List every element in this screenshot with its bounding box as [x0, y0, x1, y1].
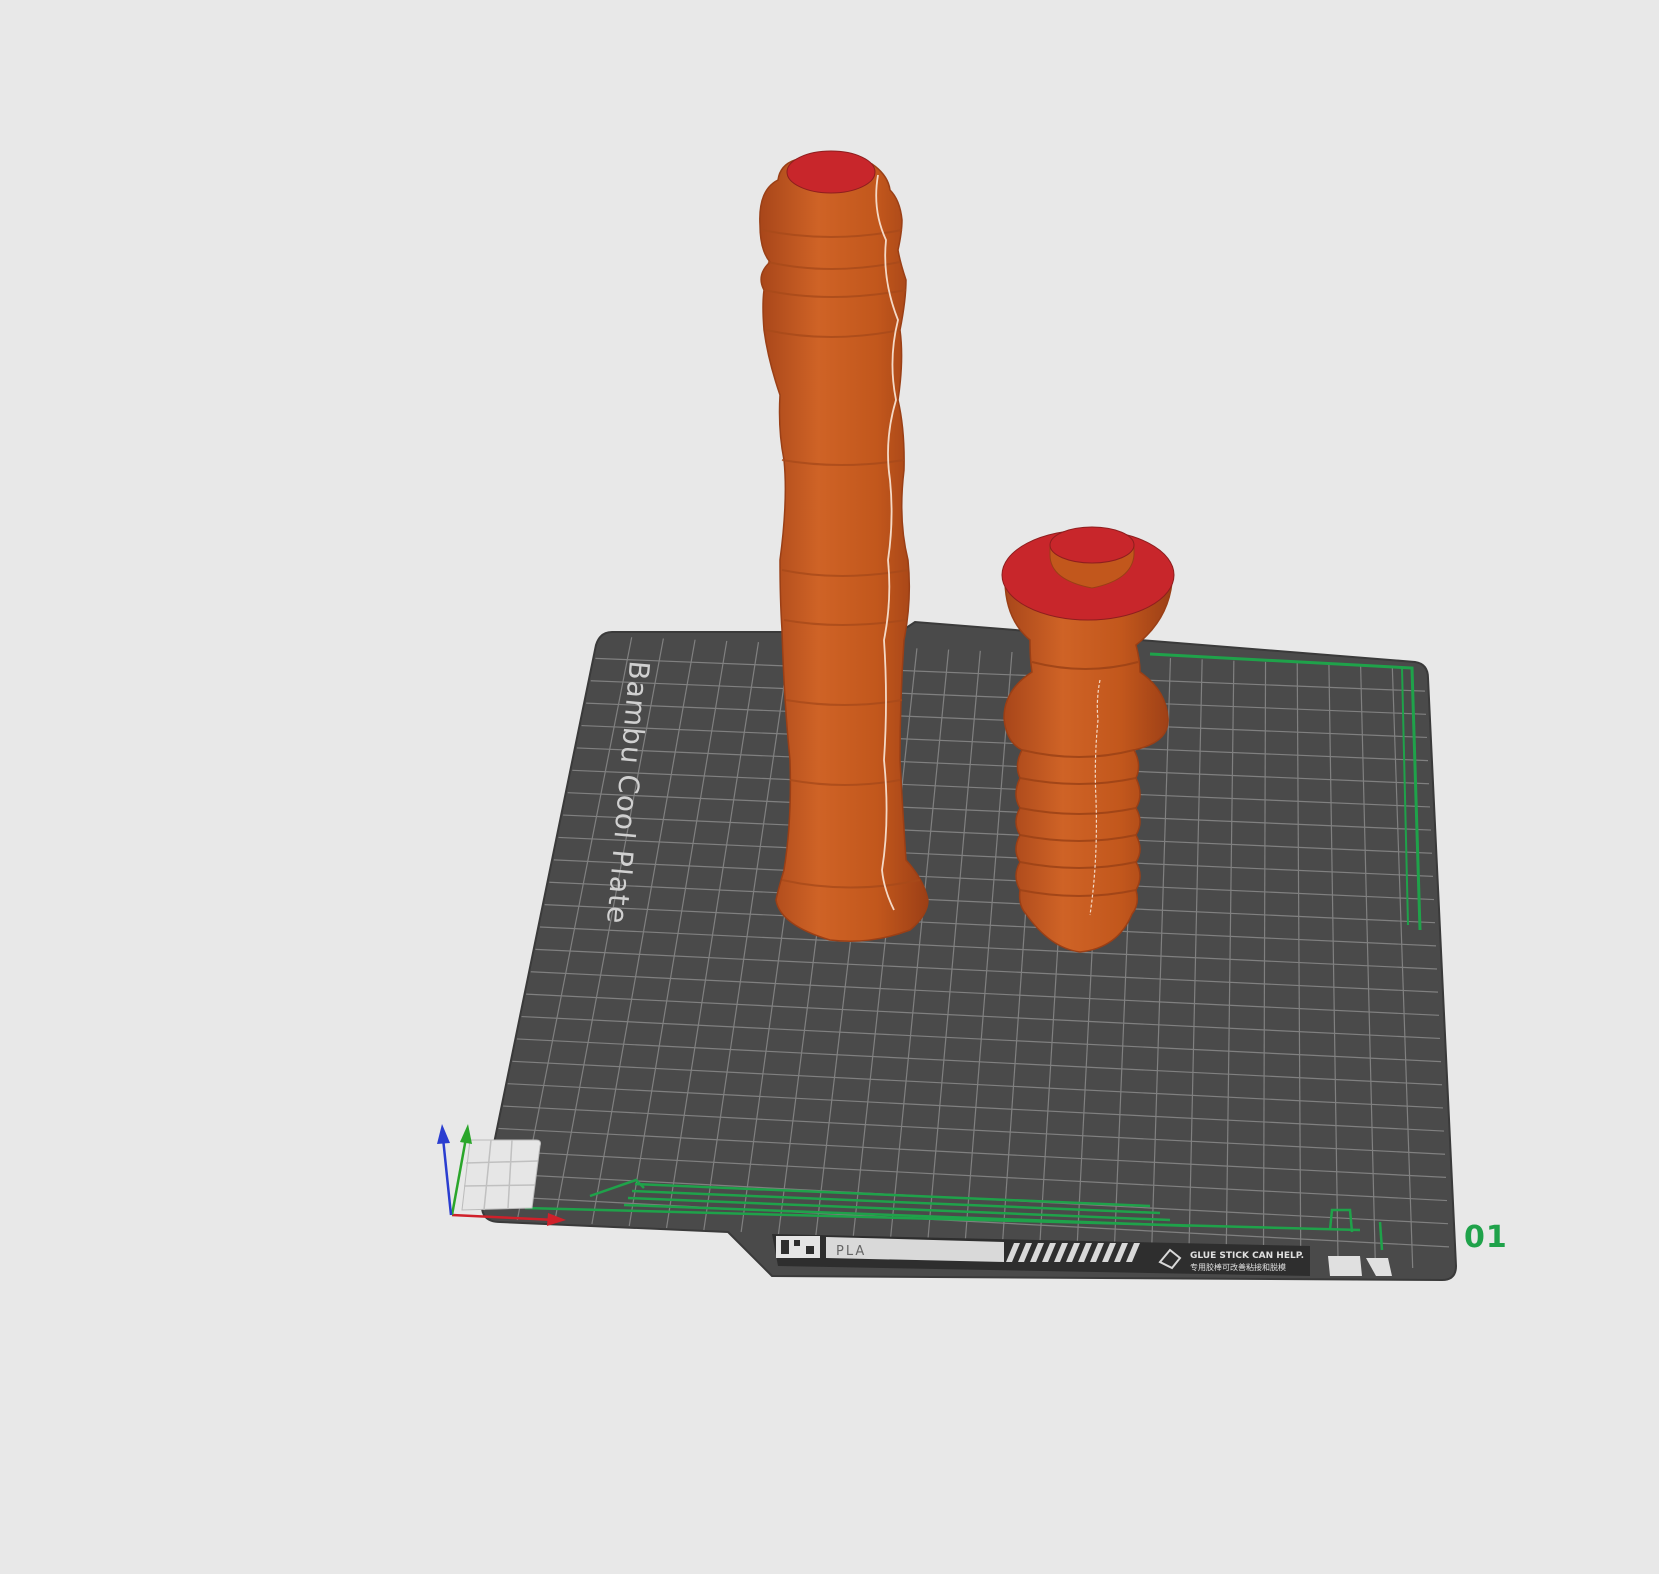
tall-column-top-face [786, 150, 876, 194]
build-plate[interactable]: PLA GLUE STICK CAN HELP. 专用胶棒可改善粘接和脱模 Ba… [461, 620, 1458, 1282]
short-column-stub-top [1049, 526, 1135, 564]
filament-type-label: PLA [836, 1244, 866, 1259]
glue-stick-notice-cn: 专用胶棒可改善粘接和脱模 [1190, 1262, 1286, 1272]
origin-marker [461, 1139, 541, 1211]
glue-stick-notice: GLUE STICK CAN HELP. [1190, 1251, 1304, 1261]
plate-number-label: 01 [1464, 1220, 1508, 1255]
3d-viewport[interactable]: PLA GLUE STICK CAN HELP. 专用胶棒可改善粘接和脱模 Ba… [0, 0, 1659, 1574]
